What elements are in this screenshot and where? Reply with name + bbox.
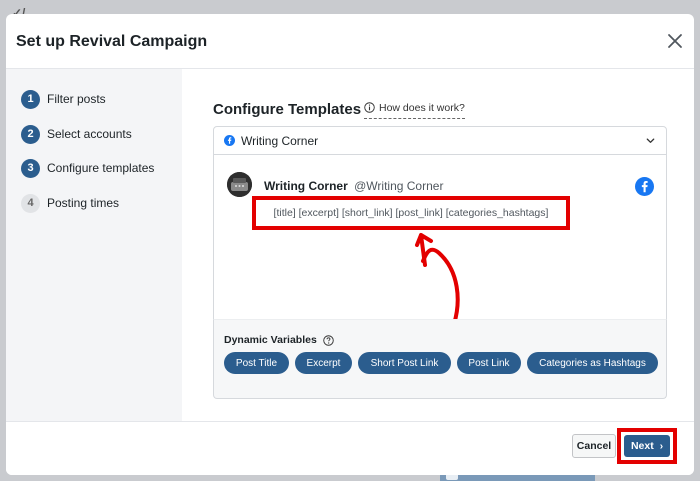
step-number: 3 (21, 158, 40, 178)
section-title: Configure Templates (213, 101, 362, 118)
variable-post-title-button[interactable]: Post Title (224, 352, 289, 374)
cancel-button[interactable]: Cancel (572, 434, 616, 458)
close-icon[interactable] (666, 32, 684, 50)
facebook-icon (635, 177, 654, 196)
modal-footer: Cancel Next › (6, 421, 694, 475)
variable-excerpt-button[interactable]: Excerpt (295, 352, 352, 374)
variable-short-post-link-button[interactable]: Short Post Link (358, 352, 451, 374)
how-it-works-label: How does it work? (379, 101, 465, 114)
template-preview: Writing Corner @Writing Corner [title] [… (213, 155, 667, 326)
next-button[interactable]: Next › (624, 435, 670, 457)
variable-categories-hashtags-button[interactable]: Categories as Hashtags (527, 352, 658, 374)
annotation-arrow-icon (415, 233, 460, 326)
next-button-label: Next (630, 440, 654, 452)
template-editor[interactable]: [title] [excerpt] [short_link] [post_lin… (252, 196, 570, 230)
step-number: 4 (21, 193, 40, 213)
account-name: Writing Corner (241, 133, 319, 148)
how-it-works-link[interactable]: How does it work? (364, 101, 465, 119)
facebook-icon (224, 135, 235, 146)
step-number: 1 (21, 89, 40, 109)
help-icon[interactable] (323, 334, 334, 346)
chevron-right-icon: › (659, 440, 664, 452)
next-button-highlight: Next › (617, 428, 677, 464)
post-author: Writing Corner @Writing Corner (264, 179, 443, 193)
dynamic-variables-panel: Dynamic Variables Post Title Excerpt Sho… (213, 319, 667, 399)
step-label: Configure templates (47, 161, 155, 175)
step-label: Posting times (47, 196, 120, 210)
variable-post-link-button[interactable]: Post Link (457, 352, 521, 374)
info-icon (364, 102, 375, 113)
step-configure-templates[interactable]: 3 Configure templates (21, 158, 154, 178)
author-handle: @Writing Corner (354, 179, 444, 193)
modal-title: Set up Revival Campaign (16, 33, 208, 50)
step-select-accounts[interactable]: 2 Select accounts (21, 124, 132, 144)
steps-sidebar: 1 Filter posts 2 Select accounts 3 Confi… (6, 69, 182, 421)
main-panel: Configure Templates How does it work? Wr… (182, 69, 694, 421)
account-dropdown[interactable]: Writing Corner (213, 126, 667, 155)
step-posting-times[interactable]: 4 Posting times (21, 193, 119, 213)
chevron-down-icon (646, 138, 655, 143)
dynamic-variables-label: Dynamic Variables (224, 334, 317, 346)
step-filter-posts[interactable]: 1 Filter posts (21, 89, 106, 109)
modal-header: Set up Revival Campaign (6, 14, 694, 69)
step-number: 2 (21, 124, 40, 144)
step-label: Select accounts (47, 127, 132, 141)
avatar (227, 172, 252, 197)
step-label: Filter posts (47, 92, 106, 106)
dynamic-variables-title: Dynamic Variables (224, 334, 334, 346)
author-name: Writing Corner (264, 179, 348, 193)
revival-campaign-modal: Set up Revival Campaign 1 Filter posts 2… (6, 14, 694, 475)
